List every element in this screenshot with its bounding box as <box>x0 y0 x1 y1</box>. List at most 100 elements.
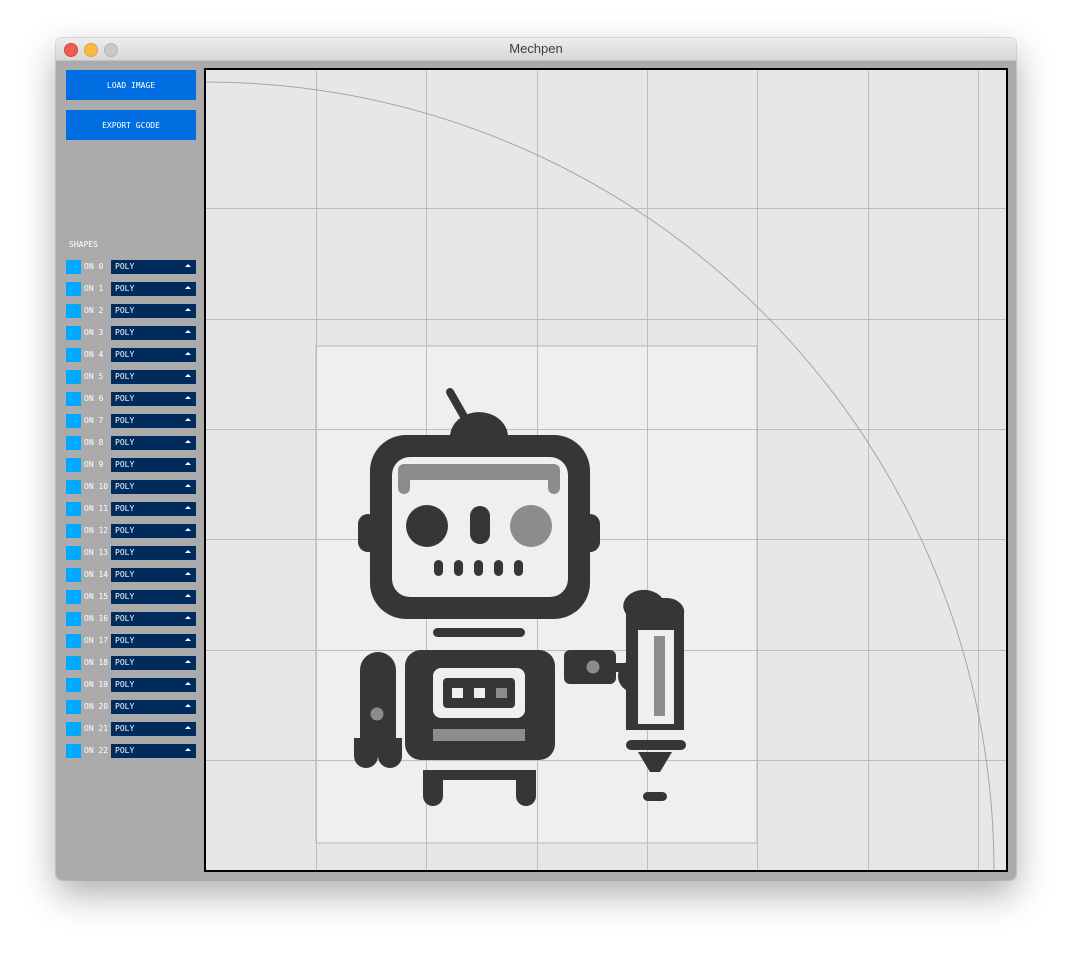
shape-toggle[interactable] <box>66 282 81 296</box>
shape-row: ON 8 POLY <box>66 436 196 450</box>
chevron-up-icon <box>185 352 191 355</box>
shape-mode-value: POLY <box>115 548 135 557</box>
chevron-up-icon <box>185 572 191 575</box>
shape-mode-dropdown[interactable]: POLY <box>111 260 196 274</box>
shape-row: ON 16 POLY <box>66 612 196 626</box>
shape-toggle[interactable] <box>66 348 81 362</box>
shape-toggle-label: ON 16 <box>84 614 109 623</box>
shape-toggle-label: ON 10 <box>84 482 109 491</box>
shape-mode-value: POLY <box>115 438 135 447</box>
chevron-up-icon <box>185 286 191 289</box>
shape-toggle-label: ON 15 <box>84 592 109 601</box>
shape-row: ON 15 POLY <box>66 590 196 604</box>
shape-toggle[interactable] <box>66 634 81 648</box>
shape-mode-dropdown[interactable]: POLY <box>111 480 196 494</box>
shape-mode-dropdown[interactable]: POLY <box>111 700 196 714</box>
shape-row: ON 20 POLY <box>66 700 196 714</box>
shape-toggle-label: ON 5 <box>84 372 104 381</box>
shape-toggle[interactable] <box>66 744 81 758</box>
shape-mode-dropdown[interactable]: POLY <box>111 678 196 692</box>
chevron-up-icon <box>185 440 191 443</box>
chevron-up-icon <box>185 418 191 421</box>
shape-toggle-label: ON 9 <box>84 460 104 469</box>
shape-toggle-label: ON 13 <box>84 548 109 557</box>
shape-mode-dropdown[interactable]: POLY <box>111 612 196 626</box>
export-gcode-button[interactable]: EXPORT GCODE <box>66 110 196 140</box>
shape-mode-value: POLY <box>115 526 135 535</box>
shape-mode-value: POLY <box>115 416 135 425</box>
shape-row: ON 12 POLY <box>66 524 196 538</box>
drawing-canvas[interactable] <box>204 68 1008 872</box>
shape-mode-dropdown[interactable]: POLY <box>111 370 196 384</box>
shape-toggle[interactable] <box>66 480 81 494</box>
shape-mode-value: POLY <box>115 504 135 513</box>
shape-mode-dropdown[interactable]: POLY <box>111 392 196 406</box>
shape-mode-dropdown[interactable]: POLY <box>111 304 196 318</box>
shape-toggle[interactable] <box>66 304 81 318</box>
shape-toggle-label: ON 19 <box>84 680 109 689</box>
canvas-drawing <box>206 70 1006 870</box>
shape-mode-dropdown[interactable]: POLY <box>111 590 196 604</box>
shape-mode-dropdown[interactable]: POLY <box>111 326 196 340</box>
shape-toggle[interactable] <box>66 326 81 340</box>
shape-toggle[interactable] <box>66 590 81 604</box>
shape-mode-value: POLY <box>115 614 135 623</box>
shape-row: ON 2 POLY <box>66 304 196 318</box>
shape-toggle[interactable] <box>66 524 81 538</box>
shape-mode-dropdown[interactable]: POLY <box>111 656 196 670</box>
shape-mode-dropdown[interactable]: POLY <box>111 722 196 736</box>
shape-mode-value: POLY <box>115 284 135 293</box>
shape-toggle-label: ON 2 <box>84 306 104 315</box>
shape-mode-dropdown[interactable]: POLY <box>111 546 196 560</box>
shape-mode-dropdown[interactable]: POLY <box>111 634 196 648</box>
shape-row: ON 11 POLY <box>66 502 196 516</box>
shape-mode-value: POLY <box>115 680 135 689</box>
shape-row: ON 10 POLY <box>66 480 196 494</box>
shape-toggle[interactable] <box>66 370 81 384</box>
shape-toggle[interactable] <box>66 392 81 406</box>
shape-toggle[interactable] <box>66 678 81 692</box>
shape-row: ON 21 POLY <box>66 722 196 736</box>
shape-toggle[interactable] <box>66 612 81 626</box>
shape-mode-dropdown[interactable]: POLY <box>111 348 196 362</box>
shape-toggle[interactable] <box>66 502 81 516</box>
shape-toggle[interactable] <box>66 458 81 472</box>
chevron-up-icon <box>185 660 191 663</box>
shape-mode-value: POLY <box>115 394 135 403</box>
shape-mode-dropdown[interactable]: POLY <box>111 414 196 428</box>
shape-row: ON 1 POLY <box>66 282 196 296</box>
shape-toggle[interactable] <box>66 722 81 736</box>
shapes-heading: SHAPES <box>69 240 98 249</box>
chevron-up-icon <box>185 550 191 553</box>
shape-mode-dropdown[interactable]: POLY <box>111 458 196 472</box>
shape-toggle-label: ON 1 <box>84 284 104 293</box>
chevron-up-icon <box>185 638 191 641</box>
shape-toggle-label: ON 7 <box>84 416 104 425</box>
shape-mode-value: POLY <box>115 350 135 359</box>
shape-toggle[interactable] <box>66 568 81 582</box>
shape-toggle[interactable] <box>66 656 81 670</box>
shape-mode-dropdown[interactable]: POLY <box>111 744 196 758</box>
shape-mode-dropdown[interactable]: POLY <box>111 436 196 450</box>
shape-mode-value: POLY <box>115 658 135 667</box>
shape-toggle-label: ON 0 <box>84 262 104 271</box>
shape-mode-dropdown[interactable]: POLY <box>111 502 196 516</box>
shape-mode-dropdown[interactable]: POLY <box>111 282 196 296</box>
shape-toggle[interactable] <box>66 260 81 274</box>
shape-toggle[interactable] <box>66 414 81 428</box>
shape-toggle-label: ON 6 <box>84 394 104 403</box>
shape-mode-value: POLY <box>115 328 135 337</box>
shape-toggle[interactable] <box>66 546 81 560</box>
shape-mode-dropdown[interactable]: POLY <box>111 524 196 538</box>
shape-row: ON 18 POLY <box>66 656 196 670</box>
shape-row: ON 13 POLY <box>66 546 196 560</box>
shape-row: ON 17 POLY <box>66 634 196 648</box>
load-image-button[interactable]: LOAD IMAGE <box>66 70 196 100</box>
chevron-up-icon <box>185 308 191 311</box>
shape-mode-dropdown[interactable]: POLY <box>111 568 196 582</box>
shape-toggle-label: ON 11 <box>84 504 109 513</box>
shape-row: ON 3 POLY <box>66 326 196 340</box>
shape-toggle[interactable] <box>66 436 81 450</box>
chevron-up-icon <box>185 594 191 597</box>
shape-toggle[interactable] <box>66 700 81 714</box>
